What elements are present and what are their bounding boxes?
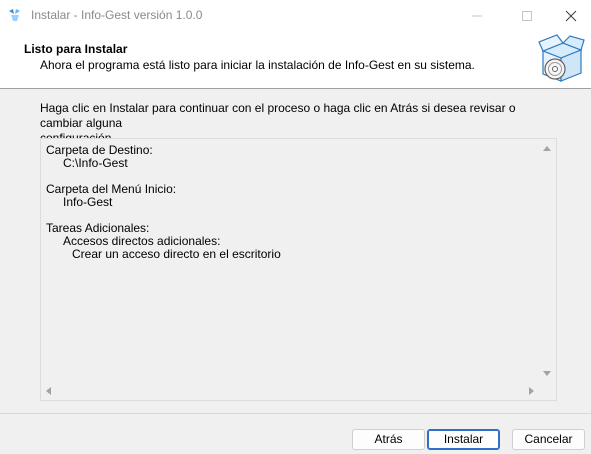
back-button[interactable]: Atrás — [352, 429, 425, 450]
box-disc-icon — [538, 34, 585, 82]
vertical-scrollbar[interactable] — [539, 139, 556, 383]
minimize-icon — [472, 15, 482, 17]
page-title: Listo para Instalar — [24, 42, 128, 56]
maximize-button[interactable] — [504, 0, 550, 31]
window-title: Instalar - Info-Gest versión 1.0.0 — [31, 8, 203, 22]
footer-panel — [0, 414, 591, 454]
scroll-right-icon[interactable] — [529, 387, 534, 395]
close-icon — [565, 10, 577, 22]
memo-tasks-item: Crear un acceso directo en el escritorio — [72, 247, 281, 261]
cancel-button[interactable]: Cancelar — [512, 429, 585, 450]
title-bar[interactable]: Instalar - Info-Gest versión 1.0.0 — [0, 0, 591, 31]
memo-content: Carpeta de Destino: C:\Info-Gest Carpeta… — [46, 144, 281, 261]
ready-memo[interactable]: Carpeta de Destino: C:\Info-Gest Carpeta… — [40, 138, 557, 401]
installer-window: Instalar - Info-Gest versión 1.0.0 Listo… — [0, 0, 591, 454]
scroll-down-icon[interactable] — [543, 371, 551, 376]
wizard-header: Listo para Instalar Ahora el programa es… — [0, 31, 591, 89]
instructions-line: Haga clic en Instalar para continuar con… — [40, 101, 516, 130]
maximize-icon — [522, 11, 532, 21]
memo-menu-value: Info-Gest — [63, 195, 113, 209]
app-icon — [9, 9, 20, 21]
memo-dest-value: C:\Info-Gest — [63, 156, 128, 170]
minimize-button[interactable] — [454, 0, 500, 31]
page-subtitle: Ahora el programa está listo para inicia… — [40, 58, 475, 72]
scroll-up-icon[interactable] — [543, 146, 551, 151]
install-button[interactable]: Instalar — [427, 429, 500, 450]
close-button[interactable] — [548, 0, 591, 31]
horizontal-scrollbar[interactable] — [41, 383, 539, 400]
scroll-left-icon[interactable] — [46, 387, 51, 395]
